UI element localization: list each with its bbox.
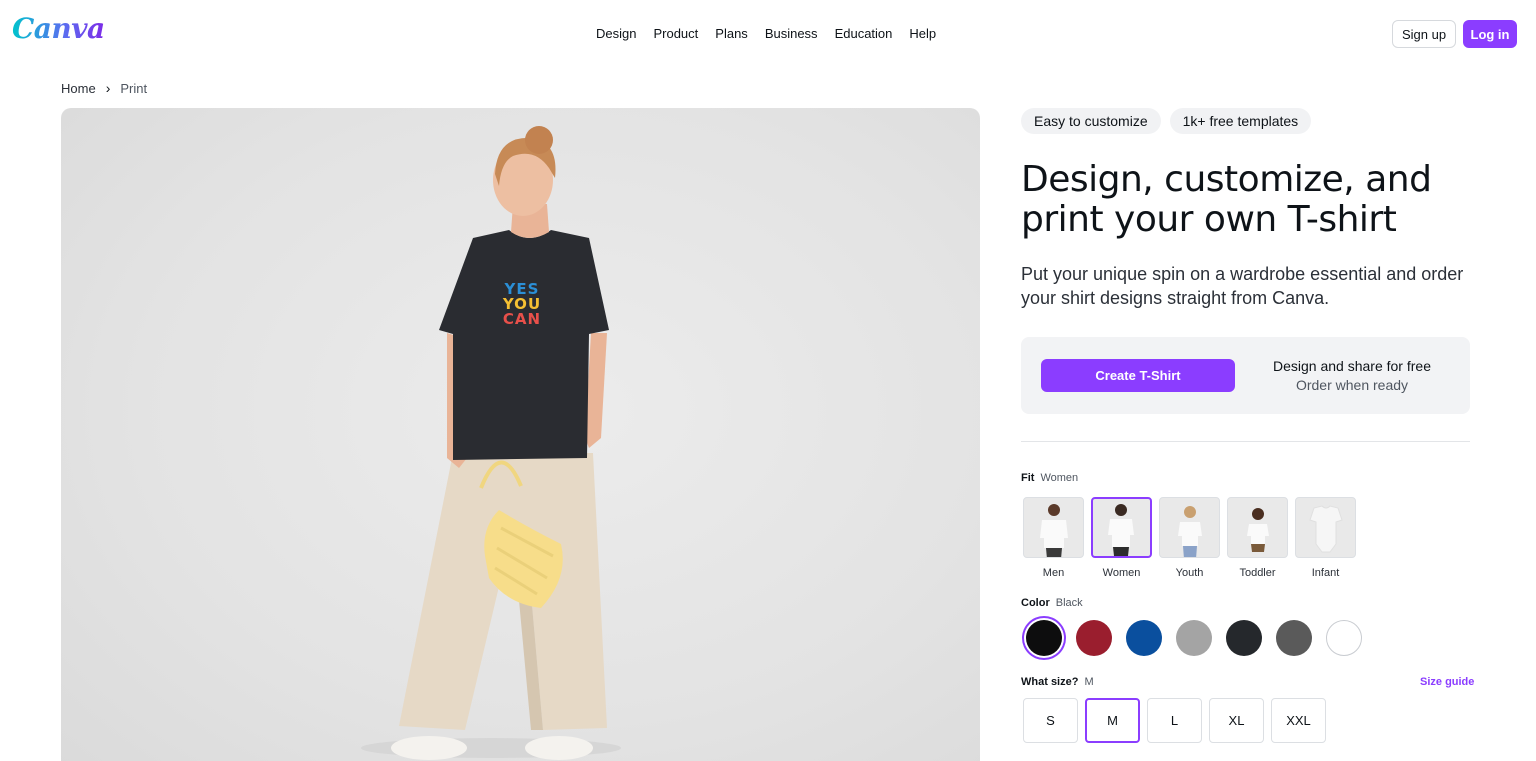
sign-up-button[interactable]: Sign up	[1392, 20, 1456, 48]
size-option-m[interactable]: M	[1085, 698, 1140, 743]
fit-thumb-men[interactable]	[1023, 497, 1084, 558]
page-title: Design, customize, and print your own T-…	[1021, 159, 1432, 240]
breadcrumb-home[interactable]: Home	[61, 81, 96, 96]
section-divider	[1021, 441, 1470, 442]
nav-design[interactable]: Design	[596, 26, 636, 41]
size-option-s[interactable]: S	[1023, 698, 1078, 743]
color-label: Color	[1021, 597, 1050, 609]
size-label: What size?	[1021, 676, 1079, 688]
fit-options: Men Women Youth Toddler Infant	[1023, 497, 1356, 579]
nav-plans[interactable]: Plans	[715, 26, 748, 41]
fit-selected-value: Women	[1040, 472, 1079, 484]
fit-thumb-toddler[interactable]	[1227, 497, 1288, 558]
fit-option-men[interactable]: Men	[1023, 497, 1084, 579]
color-swatch-3[interactable]	[1176, 620, 1212, 656]
breadcrumb: Home › Print	[61, 80, 147, 96]
top-header: Canva Design Product Plans Business Educ…	[0, 0, 1536, 68]
size-option-l[interactable]: L	[1147, 698, 1202, 743]
page-subtitle: Put your unique spin on a wardrobe essen…	[1021, 264, 1464, 308]
fit-option-women[interactable]: Women	[1091, 497, 1152, 579]
breadcrumb-current: Print	[120, 80, 148, 96]
color-swatch-2[interactable]	[1126, 620, 1162, 656]
size-guide-link[interactable]: Size guide	[1420, 676, 1474, 688]
color-swatches	[1023, 620, 1362, 656]
color-swatch-4[interactable]	[1226, 620, 1262, 656]
size-label-row: What size? M	[1021, 676, 1094, 688]
log-in-button[interactable]: Log in	[1463, 20, 1517, 48]
fit-label: Fit	[1021, 472, 1035, 484]
cta-box: Create T-Shirt Design and share for free…	[1021, 337, 1470, 414]
size-options: S M L XL XXL	[1023, 698, 1326, 743]
canva-logo[interactable]: Canva	[12, 12, 105, 45]
size-selected-value: M	[1084, 676, 1094, 688]
fit-label-youth: Youth	[1175, 567, 1204, 579]
fit-thumb-women[interactable]	[1091, 497, 1152, 558]
fit-label-toddler: Toddler	[1239, 567, 1276, 579]
size-option-xl[interactable]: XL	[1209, 698, 1264, 743]
create-tshirt-button[interactable]: Create T-Shirt	[1041, 359, 1235, 392]
fit-label-row: Fit Women	[1021, 472, 1078, 484]
shirt-graphic: YES YOU CAN	[499, 282, 545, 327]
fit-thumb-infant[interactable]	[1295, 497, 1356, 558]
nav-business[interactable]: Business	[765, 26, 818, 41]
nav-help[interactable]: Help	[909, 26, 936, 41]
color-label-row: Color Black	[1021, 597, 1083, 609]
nav-product[interactable]: Product	[653, 26, 698, 41]
feature-chips: Easy to customize 1k+ free templates	[1021, 108, 1312, 134]
chip-easy-customize: Easy to customize	[1021, 108, 1161, 134]
main-nav: Design Product Plans Business Education …	[596, 26, 936, 41]
color-swatch-6[interactable]	[1326, 620, 1362, 656]
size-option-xxl[interactable]: XXL	[1271, 698, 1326, 743]
fit-option-youth[interactable]: Youth	[1159, 497, 1220, 579]
shirt-text-can: CAN	[502, 310, 542, 328]
fit-option-toddler[interactable]: Toddler	[1227, 497, 1288, 579]
color-swatch-1[interactable]	[1076, 620, 1112, 656]
color-swatch-5[interactable]	[1276, 620, 1312, 656]
fit-label-men: Men	[1042, 567, 1065, 579]
fit-label-infant: Infant	[1311, 567, 1340, 579]
color-selected-value: Black	[1055, 597, 1083, 609]
fit-label-women: Women	[1102, 567, 1141, 579]
hero-product-image: YES YOU CAN	[61, 108, 980, 761]
cta-order-text: Order when ready	[1295, 377, 1409, 393]
model-illustration	[361, 126, 621, 760]
cta-free-text: Design and share for free	[1273, 358, 1431, 374]
fit-thumb-youth[interactable]	[1159, 497, 1220, 558]
fit-option-infant[interactable]: Infant	[1295, 497, 1356, 579]
chip-free-templates: 1k+ free templates	[1169, 108, 1312, 134]
chevron-right-icon: ›	[105, 80, 111, 96]
color-swatch-0[interactable]	[1026, 620, 1062, 656]
nav-education[interactable]: Education	[835, 26, 893, 41]
